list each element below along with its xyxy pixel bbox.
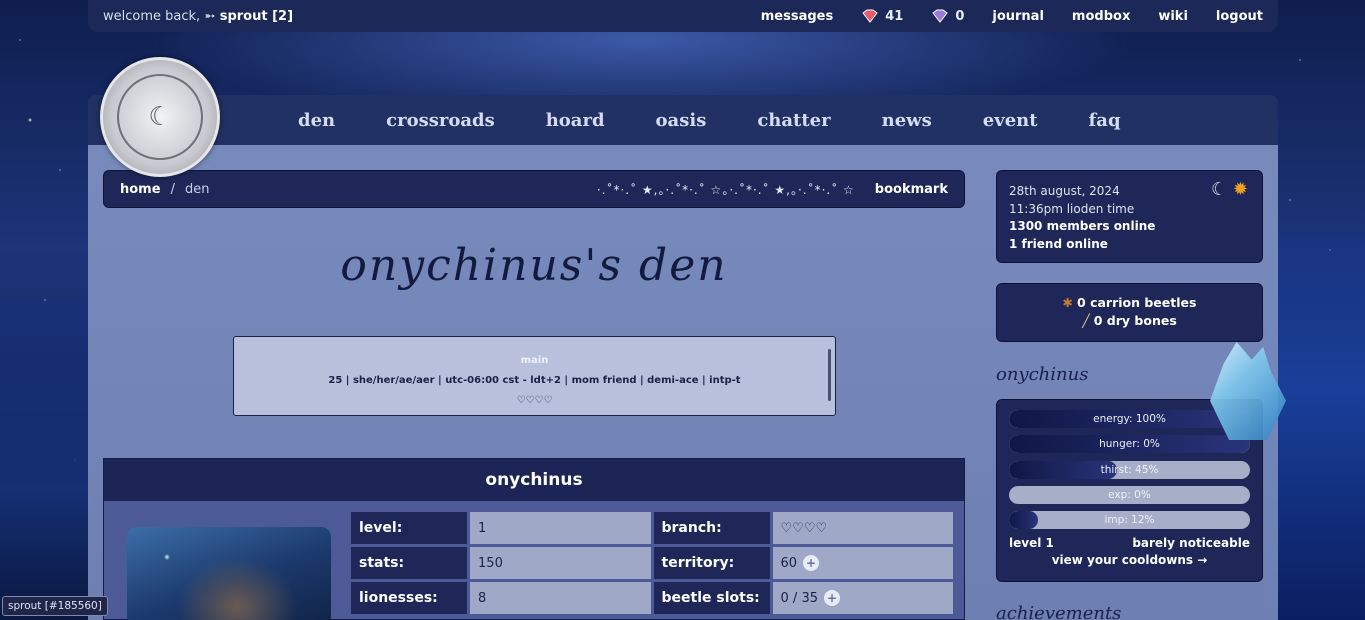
nav-den[interactable]: den <box>298 110 335 131</box>
status-bar: imp: 12% <box>1009 511 1250 530</box>
gem-purple-count: 0 <box>955 8 965 24</box>
user-id-tag: sprout [#185560] <box>2 596 108 616</box>
members-online[interactable]: 1300 members online <box>1009 219 1155 233</box>
site-logo[interactable]: ☾ <box>100 57 220 177</box>
lion-stats-table: level: 1 branch: ♡♡♡♡ stats: 150 territo… <box>351 512 956 617</box>
stat-key: stats: <box>351 547 468 579</box>
status-bar-label: energy: 100% <box>1093 413 1166 425</box>
modbox-link[interactable]: modbox <box>1072 9 1130 24</box>
stat-value: 60 <box>780 555 798 571</box>
gem-red-count: 41 <box>885 8 904 24</box>
wiki-link[interactable]: wiki <box>1158 9 1188 24</box>
status-bar: energy: 100% <box>1009 410 1250 428</box>
nav-crossroads[interactable]: crossroads <box>386 110 495 131</box>
stat-value: 8 <box>470 582 651 614</box>
status-bar: thirst: 45% <box>1009 460 1250 479</box>
stat-row: lionesses: 8 beetle slots: 0 / 35 + <box>351 582 956 614</box>
purple-gem-icon <box>932 9 949 23</box>
status-bar-label: hunger: 0% <box>1099 438 1160 451</box>
lion-name-header: onychinus <box>104 459 964 501</box>
sidebar-lion-name[interactable]: onychinus <box>996 364 1088 385</box>
status-bar-label: exp: 0% <box>1108 488 1151 501</box>
messages-link[interactable]: messages <box>761 9 833 24</box>
bio-hearts: ♡♡♡♡ <box>516 395 553 406</box>
stat-value: 150 <box>470 547 651 579</box>
stat-key: territory: <box>653 547 770 579</box>
stat-key: lionesses: <box>351 582 468 614</box>
logout-link[interactable]: logout <box>1216 9 1263 24</box>
level-row: level 1 barely noticeable <box>1009 536 1250 550</box>
stat-row: level: 1 branch: ♡♡♡♡ <box>351 512 956 544</box>
breadcrumb-separator: / <box>170 181 175 197</box>
stat-value: 1 <box>470 512 651 544</box>
nav-news[interactable]: news <box>882 110 932 131</box>
level-description: barely noticeable <box>1132 536 1250 551</box>
main-nav: den crossroads hoard oasis chatter news … <box>88 95 1278 145</box>
sun-icon: ✹ <box>1232 179 1248 200</box>
time-box: 28th august, 2024 11:36pm lioden time 13… <box>996 170 1263 263</box>
gem-purple-counter[interactable]: 0 <box>931 9 964 24</box>
stat-value: 0 / 35 <box>780 590 818 606</box>
status-bar-label: imp: 12% <box>1104 514 1155 527</box>
nav-event[interactable]: event <box>983 110 1038 131</box>
bio-line: 25 | she/her/ae/aer | utc-06:00 cst - ld… <box>328 375 741 386</box>
welcome-prefix: welcome back, <box>103 8 201 24</box>
nav-hoard[interactable]: hoard <box>546 110 605 131</box>
stat-value-cell: 0 / 35 + <box>772 582 953 614</box>
beetle-icon: ✱ <box>1062 295 1074 310</box>
friends-online[interactable]: 1 friend online <box>1009 237 1108 251</box>
welcome-user-link[interactable]: ➵ sprout [2] <box>204 9 293 24</box>
gem-red-counter[interactable]: 41 <box>861 9 903 24</box>
lion-panel: onychinus level: 1 branch: ♡♡♡♡ stats: 1… <box>103 458 965 620</box>
view-cooldowns-link[interactable]: view your cooldowns → <box>1009 553 1250 567</box>
nav-faq[interactable]: faq <box>1089 110 1121 131</box>
stat-value: ♡♡♡♡ <box>772 512 953 544</box>
moon-sigil-icon: ☾ <box>117 74 203 160</box>
increase-beetle-slots-button[interactable]: + <box>824 590 840 606</box>
stat-key: level: <box>351 512 468 544</box>
status-bar-label: thirst: 45% <box>1100 463 1159 476</box>
city-backdrop-left <box>0 300 90 620</box>
time-text: 11:36pm lioden time <box>1009 201 1135 216</box>
nav-chatter[interactable]: chatter <box>757 110 830 131</box>
city-backdrop-right <box>1265 230 1365 620</box>
red-gem-icon <box>862 9 878 23</box>
journal-link[interactable]: journal <box>992 9 1044 24</box>
bio-box: main 25 | she/her/ae/aer | utc-06:00 cst… <box>233 336 836 416</box>
resources-box: ✱ 0 carrion beetles ╱ 0 dry bones <box>996 283 1263 342</box>
breadcrumb-current: den <box>184 181 210 197</box>
breadcrumb-home[interactable]: home <box>120 182 161 197</box>
stat-row: stats: 150 territory: 60 + <box>351 547 956 579</box>
bio-heading: main <box>520 355 549 366</box>
page-title: onychinus's den <box>340 240 728 291</box>
lion-portrait[interactable] <box>127 527 331 620</box>
stat-key: branch: <box>653 512 770 544</box>
achievements-heading: achievements <box>996 603 1122 620</box>
bones-count: 0 dry bones <box>1093 313 1177 328</box>
stat-key: beetle slots: <box>653 582 770 614</box>
beetles-count: 0 carrion beetles <box>1077 295 1197 310</box>
status-bar: hunger: 0% <box>1009 435 1250 454</box>
status-bar: exp: 0% <box>1009 485 1250 504</box>
bone-icon: ╱ <box>1082 313 1090 328</box>
increase-territory-button[interactable]: + <box>803 555 820 571</box>
moon-icon: ☾ <box>1211 179 1228 200</box>
top-links: messages 41 0 journal modbox wiki logout <box>733 9 1263 24</box>
stat-value-cell: 60 + <box>772 547 953 579</box>
breadcrumb-decoration: ·.˚*·.˚ ★,。·.˚*·.˚ ☆。·.˚*·.˚ ★,。·.˚*·.˚ … <box>596 182 855 197</box>
top-bar: welcome back, ➵ sprout [2] messages 41 0… <box>88 0 1278 32</box>
bio-scrollbar[interactable] <box>828 349 831 401</box>
nav-oasis[interactable]: oasis <box>656 110 707 131</box>
celestial-icons: ☾ ✹ <box>1211 181 1248 199</box>
level-text: level 1 <box>1009 536 1054 551</box>
welcome-text: welcome back, ➵ sprout [2] <box>103 9 293 24</box>
breadcrumb: home / den ·.˚*·.˚ ★,。·.˚*·.˚ ☆。·.˚*·.˚ … <box>103 170 965 208</box>
bookmark-button[interactable]: bookmark <box>875 182 948 197</box>
